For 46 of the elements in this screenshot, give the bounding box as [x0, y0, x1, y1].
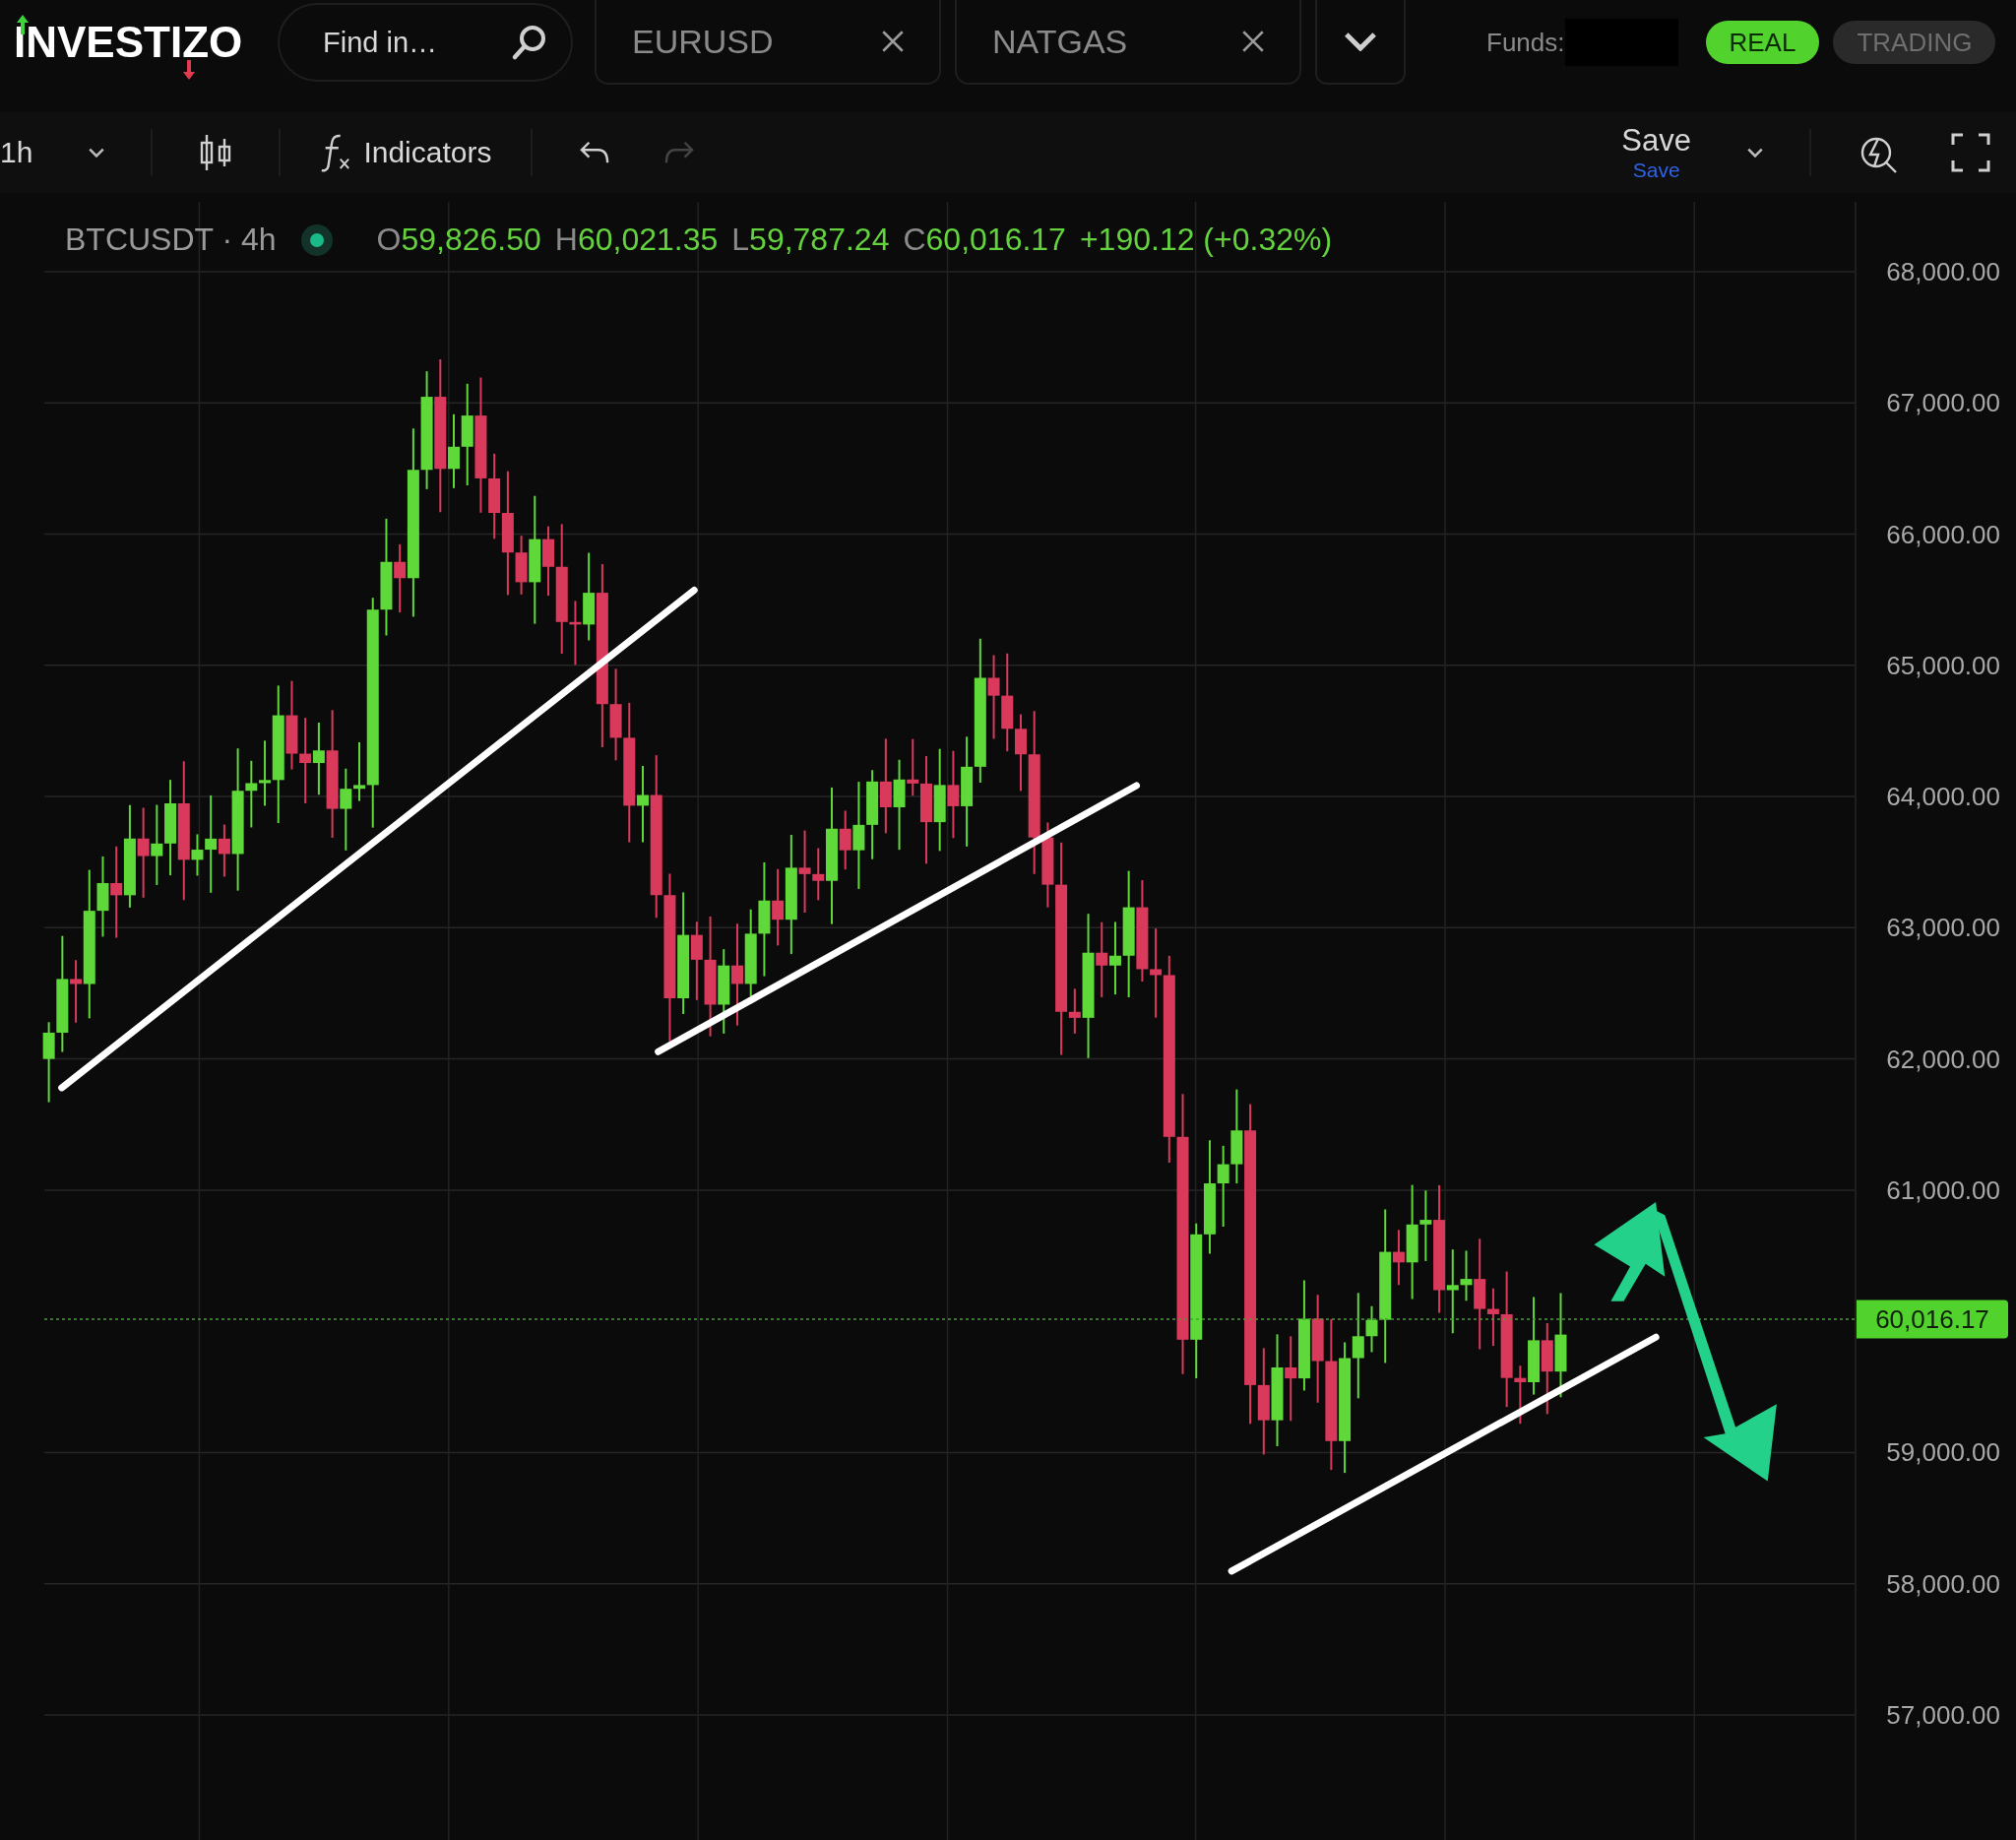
caret-icon[interactable]: [1746, 147, 1764, 159]
indicators-button[interactable]: Indicators: [320, 133, 492, 172]
price-tick-label: 65,000.00: [1886, 650, 2000, 681]
function-icon: [320, 133, 352, 172]
caret-icon[interactable]: [88, 147, 106, 159]
price-tick-label: 67,000.00: [1886, 387, 2000, 418]
symbol-tab[interactable]: EURUSD: [595, 0, 941, 85]
ohlc-value: 59,826.50: [401, 222, 541, 258]
trend-line[interactable]: [1228, 1333, 1660, 1575]
tabs-dropdown-button[interactable]: [1315, 0, 1406, 85]
price-tick-label: 64,000.00: [1886, 781, 2000, 812]
price-tick-label: 59,000.00: [1886, 1436, 2000, 1468]
close-icon[interactable]: [880, 29, 906, 54]
ohlc-value: 59,787.24: [749, 222, 890, 258]
search-field[interactable]: Find in…: [278, 3, 573, 82]
arrow-down-icon: [183, 60, 195, 80]
price-tick-label: 63,000.00: [1886, 912, 2000, 943]
close-icon[interactable]: [1240, 29, 1266, 54]
ohlc-label: O: [376, 222, 402, 258]
interval-selector[interactable]: 1h: [0, 136, 33, 169]
price-tick-label: 68,000.00: [1886, 256, 2000, 287]
price-tick-label: 57,000.00: [1886, 1699, 2000, 1731]
price-tick-label: 61,000.00: [1886, 1174, 2000, 1206]
save-button[interactable]: Save Save: [1621, 123, 1691, 182]
symbol-title: BTCUSDT · 4h: [65, 222, 277, 258]
price-tick-label: 58,000.00: [1886, 1568, 2000, 1600]
fullscreen-icon[interactable]: [1951, 133, 1990, 172]
tab-label[interactable]: EURUSD: [632, 22, 774, 61]
price-tick-label: 62,000.00: [1886, 1044, 2000, 1075]
ohlc-label: C: [903, 222, 926, 258]
price-tick-label: 66,000.00: [1886, 519, 2000, 550]
price-change: +190.12 (+0.32%): [1079, 222, 1333, 258]
last-price-label: 60,016.17: [1857, 1300, 2008, 1339]
funds-label: Funds:: [1486, 27, 1565, 58]
ohlc-label: H: [554, 222, 578, 258]
symbol-tab[interactable]: NATGAS: [955, 0, 1301, 85]
chevron-down-icon: [1344, 32, 1377, 51]
ohlc-label: L: [731, 222, 750, 258]
account-mode-toggle[interactable]: TRADING: [1833, 21, 1996, 64]
trend-line[interactable]: [655, 782, 1140, 1055]
ohlc-value: 60,021.35: [577, 222, 719, 258]
tab-label[interactable]: NATGAS: [992, 22, 1128, 61]
account-mode-toggle[interactable]: REAL: [1705, 21, 1820, 64]
ohlc-value: 60,016.17: [925, 222, 1066, 258]
trend-line[interactable]: [58, 586, 698, 1092]
logo: INVESTIZO: [14, 13, 250, 72]
